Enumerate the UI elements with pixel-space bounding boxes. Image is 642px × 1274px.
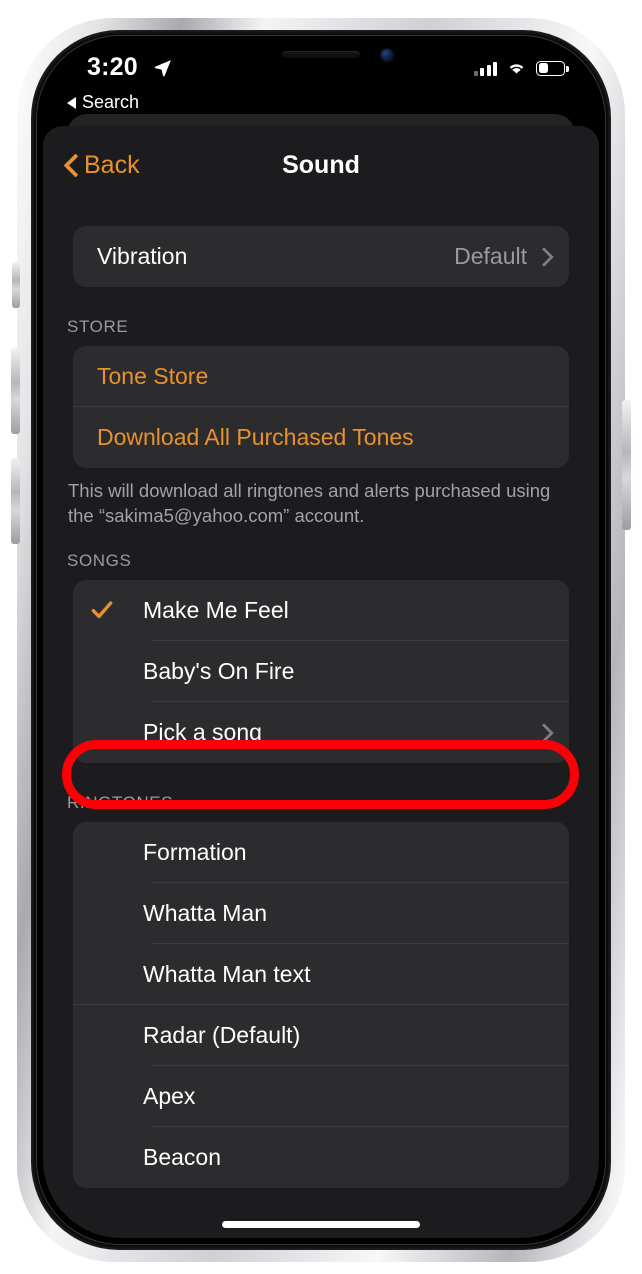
power-button[interactable] [622,400,631,530]
pick-a-song-label: Pick a song [143,718,262,745]
ringtone-row-radar-default[interactable]: Radar (Default) [73,1005,569,1066]
store-card: Tone Store Download All Purchased Tones [73,346,569,468]
song-label: Make Me Feel [143,596,289,623]
ringtone-row-apex[interactable]: Apex [73,1066,569,1127]
ringtone-row-whatta-man-text[interactable]: Whatta Man text [73,944,569,1005]
earpiece-speaker-icon [282,51,360,58]
ringtones-card: Formation Whatta Man Whatta Man text Rad… [73,821,569,1188]
page-title: Sound [282,150,360,179]
back-triangle-icon [67,96,76,109]
navigation-bar: Back Sound [43,126,599,204]
ringtone-label: Whatta Man text [143,960,311,987]
download-purchased-tones-label: Download All Purchased Tones [97,424,414,450]
download-purchased-tones-row[interactable]: Download All Purchased Tones [73,407,569,468]
song-label: Baby's On Fire [143,657,295,684]
tone-store-label: Tone Store [97,363,209,389]
songs-card: Make Me Feel Baby's On Fire Pick a song [73,579,569,763]
ringtone-label: Whatta Man [143,899,267,926]
phone-screen: 3:20 Search Back Sound Vibration Default… [43,42,599,1238]
selected-checkmark [89,597,143,623]
song-row-make-me-feel[interactable]: Make Me Feel [73,580,569,641]
back-to-search-breadcrumb[interactable]: Search [67,92,139,113]
ringtone-row-formation[interactable]: Formation [73,822,569,883]
settings-scroll-content[interactable]: Vibration Default STORE Tone Store Downl… [43,204,599,1238]
songs-section-header: SONGS [67,550,132,570]
ringtone-row-beacon[interactable]: Beacon [73,1127,569,1188]
back-to-search-label: Search [82,92,140,112]
chevron-right-icon [537,724,547,741]
sound-settings-sheet: Back Sound Vibration Default STORE Tone … [43,126,599,1238]
song-row-babys-on-fire[interactable]: Baby's On Fire [73,641,569,702]
location-arrow-icon [154,60,171,77]
notch [223,42,419,72]
tone-store-row[interactable]: Tone Store [73,346,569,407]
checkmark-icon [91,601,113,619]
ringtone-label: Radar (Default) [143,1021,301,1048]
status-bar-indicators [473,60,569,76]
cellular-signal-icon [473,61,497,76]
pick-a-song-row[interactable]: Pick a song [73,702,569,763]
volume-up-button[interactable] [11,348,20,434]
ringtones-section-header: RINGTONES [67,792,174,812]
front-camera-icon [381,49,393,61]
wifi-icon [509,64,524,74]
vibration-value: Default [454,243,527,269]
ringtone-label: Apex [143,1082,196,1109]
store-section-header: STORE [67,317,129,336]
ringtone-label: Formation [143,838,247,865]
store-section-footer: This will download all ringtones and ale… [68,480,551,526]
ringtone-label: Beacon [143,1143,222,1170]
status-bar-time: 3:20 [87,53,138,81]
vibration-label: Vibration [97,243,188,269]
chevron-right-icon [537,248,547,265]
home-indicator[interactable] [222,1221,420,1228]
ringtone-row-whatta-man[interactable]: Whatta Man [73,883,569,944]
screenshot-stage: 3:20 Search Back Sound Vibration Default… [0,0,642,1274]
vibration-card: Vibration Default [73,226,569,287]
battery-icon [536,60,569,76]
volume-down-button[interactable] [11,458,20,544]
mute-switch-button[interactable] [12,262,20,308]
vibration-row[interactable]: Vibration Default [73,226,569,287]
